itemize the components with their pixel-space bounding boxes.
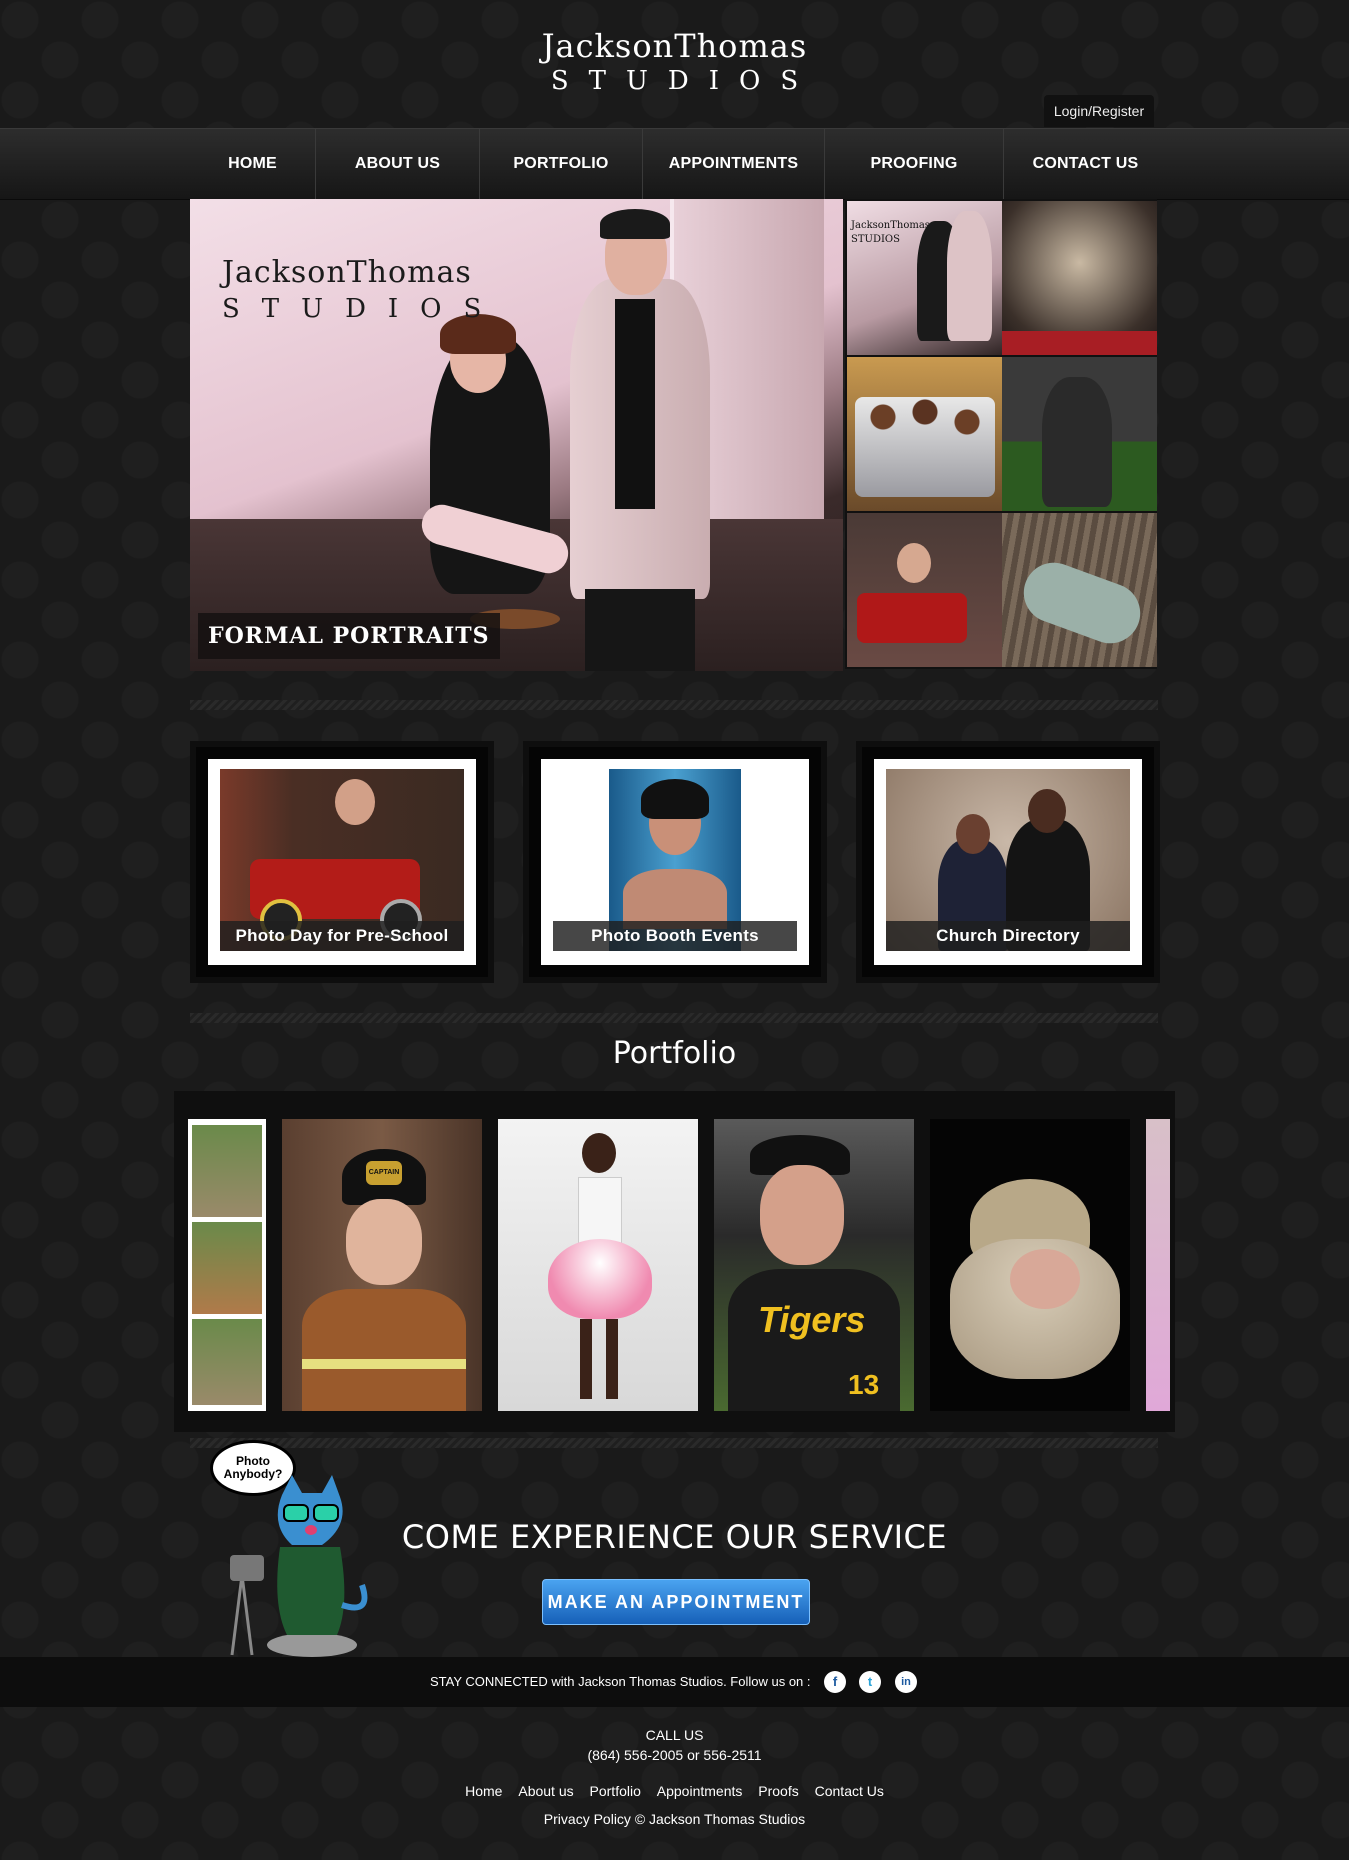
- portfolio-fireman-boy[interactable]: CAPTAIN: [282, 1119, 482, 1411]
- footer-nav: Home About us Portfolio Appointments Pro…: [0, 1783, 1349, 1799]
- church-photo: Church Directory: [886, 769, 1130, 951]
- footer-link-contact[interactable]: Contact Us: [815, 1783, 884, 1799]
- feature-frame: Church Directory: [874, 759, 1142, 965]
- thumb-newborn[interactable]: [1002, 201, 1157, 355]
- logo-line-1: JacksonThomas: [541, 27, 808, 65]
- thumb-family-group: [855, 397, 995, 497]
- make-appointment-button[interactable]: MAKE AN APPOINTMENT: [542, 1579, 810, 1625]
- login-register-link[interactable]: Login/Register: [1044, 95, 1154, 127]
- portfolio-carousel: CAPTAIN Tigers 13: [174, 1091, 1175, 1432]
- thumb-baseball[interactable]: [1002, 357, 1157, 511]
- thumb-man: [947, 211, 992, 341]
- strip-frame-1: [192, 1125, 262, 1217]
- site-logo[interactable]: JacksonThomas STUDIOS: [0, 28, 1349, 96]
- man-trousers: [585, 589, 695, 671]
- helmet-badge: CAPTAIN: [366, 1161, 402, 1185]
- thumb-girl: [1015, 554, 1149, 652]
- footer-link-proofs[interactable]: Proofs: [758, 1783, 798, 1799]
- call-us-block: CALL US (864) 556-2005 or 556-2511: [0, 1725, 1349, 1765]
- reflective-stripe: [302, 1359, 466, 1369]
- portfolio-baseball-player[interactable]: Tigers 13: [714, 1119, 914, 1411]
- feature-photobooth[interactable]: Photo Booth Events: [523, 741, 827, 983]
- thumb-red-blanket: [1002, 331, 1157, 355]
- player-jersey: Tigers 13: [728, 1269, 900, 1411]
- girl-leg: [606, 1319, 618, 1399]
- feature-caption: Photo Day for Pre-School: [220, 921, 464, 951]
- woman-shoulders: [623, 869, 727, 929]
- privacy-copyright[interactable]: Privacy Policy © Jackson Thomas Studios: [0, 1811, 1349, 1827]
- footer-link-home[interactable]: Home: [465, 1783, 502, 1799]
- phone-numbers: (864) 556-2005 or 556-2511: [587, 1747, 762, 1763]
- jersey-text: Tigers: [758, 1299, 866, 1340]
- hero-logo-line-2: STUDIOS: [222, 294, 504, 324]
- logo-line-2: STUDIOS: [550, 66, 819, 96]
- feature-frame: Photo Booth Events: [541, 759, 809, 965]
- thumb-family[interactable]: [847, 357, 1002, 511]
- feature-church-directory[interactable]: Church Directory: [856, 741, 1160, 983]
- slide-thumbnails: JacksonThomas STUDIOS: [845, 199, 1157, 669]
- call-us-label: CALL US: [645, 1727, 704, 1743]
- cta-headline: COME EXPERIENCE OUR SERVICE: [401, 1518, 948, 1556]
- section-divider: [190, 1438, 1158, 1448]
- facebook-icon[interactable]: f: [824, 1671, 846, 1693]
- nav-home[interactable]: HOME: [190, 129, 316, 199]
- portfolio-newborn[interactable]: [930, 1119, 1130, 1411]
- section-divider: [190, 700, 1158, 710]
- thumb-formal[interactable]: JacksonThomas STUDIOS: [847, 201, 1002, 355]
- strip-frame-2: [192, 1222, 262, 1314]
- thumb-child: [897, 543, 931, 583]
- nav-contact-us[interactable]: CONTACT US: [1004, 129, 1167, 199]
- nav-appointments[interactable]: APPOINTMENTS: [643, 129, 825, 199]
- child-face: [335, 779, 375, 825]
- footer-link-portfolio[interactable]: Portfolio: [590, 1783, 641, 1799]
- section-divider: [190, 1013, 1158, 1023]
- twitter-icon[interactable]: t: [859, 1671, 881, 1693]
- linkedin-icon[interactable]: in: [895, 1671, 917, 1693]
- thumb-toy-truck: [857, 593, 967, 643]
- feature-frame: Photo Day for Pre-School: [208, 759, 476, 965]
- strip-frame-3: [192, 1319, 262, 1405]
- hero-slide[interactable]: JacksonThomas STUDIOS FORMAL PORTRAITS: [190, 199, 843, 671]
- hero-logo: JacksonThomas STUDIOS: [222, 255, 503, 324]
- baby-face: [1010, 1249, 1080, 1309]
- jersey-number: 13: [848, 1369, 880, 1400]
- feature-caption: Church Directory: [886, 921, 1130, 951]
- cat-mascot-icon: [230, 1475, 368, 1657]
- feature-caption: Photo Booth Events: [553, 921, 797, 951]
- nav-portfolio[interactable]: PORTFOLIO: [480, 129, 643, 199]
- portfolio-quinceanera[interactable]: [498, 1119, 698, 1411]
- footer-link-appointments[interactable]: Appointments: [657, 1783, 743, 1799]
- preschool-photo: Photo Day for Pre-School: [220, 769, 464, 951]
- portfolio-partial-image[interactable]: [1146, 1119, 1170, 1411]
- man-shirt: [615, 299, 655, 509]
- portfolio-title: Portfolio: [612, 1036, 737, 1071]
- photobooth-photo: Photo Booth Events: [553, 769, 797, 951]
- thumb-player: [1042, 377, 1112, 507]
- woman-face: [956, 814, 990, 854]
- player-face: [760, 1165, 844, 1265]
- footer-link-about[interactable]: About us: [518, 1783, 573, 1799]
- man-hair: [600, 209, 670, 239]
- hero-caption: FORMAL PORTRAITS: [198, 613, 500, 659]
- girl-face: [582, 1133, 616, 1173]
- dress-skirt: [548, 1239, 652, 1319]
- woman-hair: [641, 779, 709, 819]
- nav-proofing[interactable]: PROOFING: [825, 129, 1004, 199]
- fire-coat: [302, 1289, 466, 1411]
- main-nav: HOME ABOUT US PORTFOLIO APPOINTMENTS PRO…: [0, 128, 1349, 200]
- thumb-firetruck[interactable]: [847, 513, 1002, 667]
- hero-logo-line-1: JacksonThomas: [222, 255, 472, 290]
- feature-preschool[interactable]: Photo Day for Pre-School: [190, 741, 494, 983]
- social-bar: STAY CONNECTED with Jackson Thomas Studi…: [0, 1657, 1349, 1707]
- girl-leg: [580, 1319, 592, 1399]
- social-text: STAY CONNECTED with Jackson Thomas Studi…: [430, 1674, 811, 1689]
- thumb-senior[interactable]: [1002, 513, 1157, 667]
- thumb-logo: JacksonThomas STUDIOS: [851, 220, 930, 245]
- boy-face: [346, 1199, 422, 1285]
- man-face: [1028, 789, 1066, 833]
- nav-about-us[interactable]: ABOUT US: [316, 129, 480, 199]
- portfolio-photostrip[interactable]: [188, 1119, 266, 1411]
